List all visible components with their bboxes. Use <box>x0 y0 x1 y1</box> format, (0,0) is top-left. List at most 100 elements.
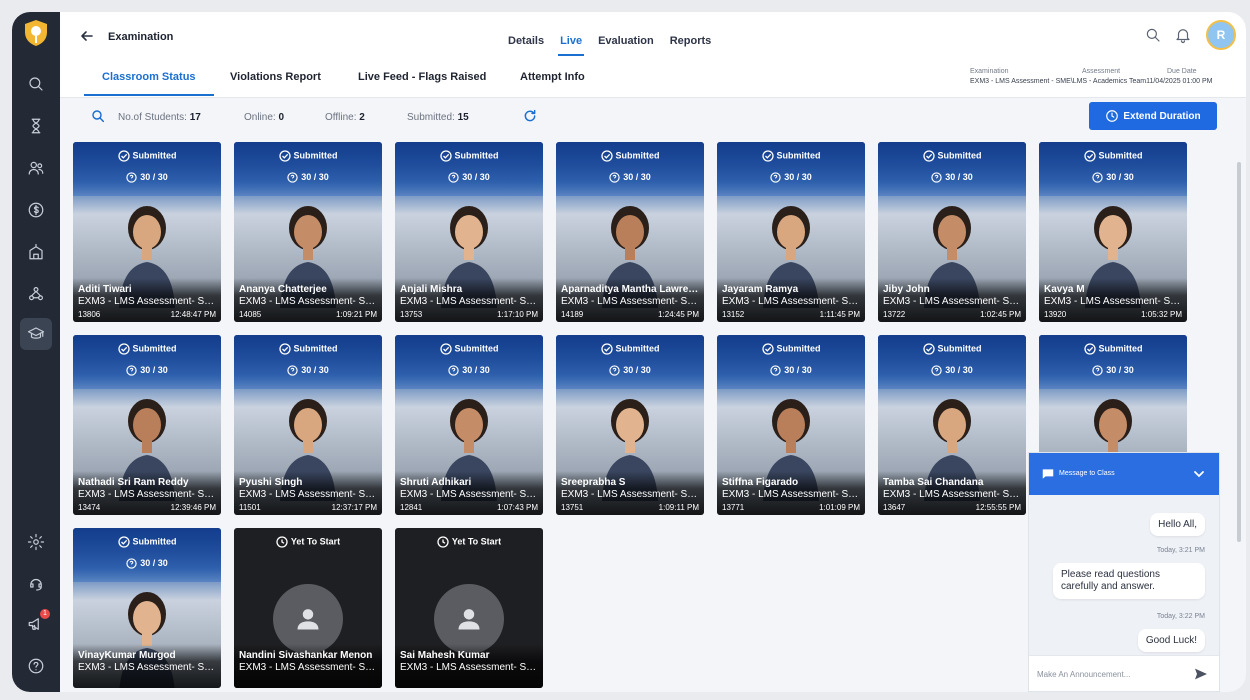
card-info: Aparnaditya Mantha Lawrence EXM3 - LMS As… <box>556 278 704 322</box>
student-name: Jiby John <box>883 284 930 295</box>
gear-icon <box>27 533 45 551</box>
question-circle-icon <box>287 365 298 376</box>
tab-violations-report[interactable]: Violations Report <box>230 58 321 98</box>
student-name: Sreeprabha S <box>561 477 626 488</box>
message-bubble: Please read questions carefully and answ… <box>1053 563 1205 599</box>
search-icon <box>1146 28 1160 42</box>
help-icon <box>28 658 44 674</box>
student-card[interactable]: Submitted 30 / 30 Aparnaditya Mantha Lawre… <box>556 142 704 322</box>
student-name: Anjali Mishra <box>400 284 463 295</box>
score-label: 30 / 30 <box>73 365 221 376</box>
status-label: Submitted <box>878 150 1026 162</box>
assessment-name: EXM3 - LMS Assessment- SME <box>239 662 379 673</box>
student-card[interactable]: Yet To Start Nandini Sivashankar Menon EXM… <box>234 528 382 688</box>
tab-details[interactable]: Details <box>500 12 552 58</box>
message-timestamp: Today, 3:22 PM <box>1156 613 1205 620</box>
assessment-name: EXM3 - LMS Assessment- SME <box>239 296 379 307</box>
student-id: 13920 <box>1044 310 1067 319</box>
sidebar-item-settings[interactable] <box>20 526 52 558</box>
submission-time: 1:07:43 PM <box>497 503 538 512</box>
question-circle-icon <box>448 365 459 376</box>
sidebar-item-payments[interactable] <box>20 194 52 226</box>
student-card[interactable]: Submitted 30 / 30 Tamba Sai Chandana EXM3 -… <box>878 335 1026 515</box>
check-circle-icon <box>117 536 130 548</box>
student-card[interactable]: Submitted 30 / 30 Sreeprabha S EXM3 - LMS A… <box>556 335 704 515</box>
refresh-icon[interactable] <box>522 108 538 124</box>
check-circle-icon <box>922 343 935 355</box>
score-label: 30 / 30 <box>1039 172 1187 183</box>
announcement-input[interactable] <box>1037 666 1177 682</box>
search-icon <box>29 77 43 91</box>
question-circle-icon <box>126 172 137 183</box>
clock-icon <box>437 536 449 548</box>
student-name: Shruti Adhikari <box>400 477 472 488</box>
question-circle-icon <box>448 172 459 183</box>
student-card[interactable]: Submitted 30 / 30 Pyushi Singh EXM3 - LMS A… <box>234 335 382 515</box>
student-id: 12841 <box>400 503 423 512</box>
meta-assessment-label: Assessment <box>1082 68 1121 75</box>
question-circle-icon <box>126 558 137 569</box>
announcement-input-bar <box>1029 655 1219 691</box>
send-icon[interactable] <box>1193 666 1209 682</box>
sidebar-item-help[interactable] <box>20 650 52 682</box>
sidebar-item-groups[interactable] <box>20 278 52 310</box>
student-card[interactable]: Submitted 30 / 30 Kavya M EXM3 - LMS Assess… <box>1039 142 1187 322</box>
sidebar-item-users[interactable] <box>20 152 52 184</box>
sidebar-item-support[interactable] <box>20 568 52 600</box>
sidebar-item-courses[interactable] <box>20 110 52 142</box>
student-name: Ananya Chatterjee <box>239 284 327 295</box>
clock-icon <box>276 536 288 548</box>
headset-icon <box>30 578 42 591</box>
tab-live-feed-flags[interactable]: Live Feed - Flags Raised <box>358 58 486 98</box>
question-circle-icon <box>287 172 298 183</box>
score-label: 30 / 30 <box>717 365 865 376</box>
search-icon[interactable] <box>90 108 106 124</box>
student-card[interactable]: Submitted 30 / 30 VinayKumar Murgod EXM3 - … <box>73 528 221 688</box>
back-arrow-icon[interactable] <box>80 29 94 43</box>
sidebar-item-institution[interactable] <box>20 236 52 268</box>
student-card[interactable]: Submitted 30 / 30 Shruti Adhikari EXM3 - LM… <box>395 335 543 515</box>
sub-tabs: Classroom Status Violations Report Live … <box>60 58 1246 98</box>
tab-reports[interactable]: Reports <box>662 12 720 58</box>
page-title: Examination <box>108 31 174 43</box>
status-label: Submitted <box>234 343 382 355</box>
student-card[interactable]: Submitted 30 / 30 Ananya Chatterjee EXM3 - … <box>234 142 382 322</box>
header-search-button[interactable] <box>1144 26 1162 44</box>
assessment-name: EXM3 - LMS Assessment- SME <box>722 296 862 307</box>
user-avatar[interactable]: R <box>1206 20 1236 50</box>
student-card[interactable]: Yet To Start Sai Mahesh Kumar EXM3 - LMS A… <box>395 528 543 688</box>
chevron-down-icon[interactable] <box>1193 468 1205 480</box>
score-label: 30 / 30 <box>234 365 382 376</box>
student-name: Pyushi Singh <box>239 477 303 488</box>
status-label: Submitted <box>234 150 382 162</box>
check-circle-icon <box>1083 343 1096 355</box>
student-card[interactable]: Submitted 30 / 30 Jiby John EXM3 - LMS Asse… <box>878 142 1026 322</box>
tab-attempt-info[interactable]: Attempt Info <box>520 58 585 98</box>
message-panel-header[interactable]: Message to Class <box>1029 453 1219 495</box>
sidebar-item-announcements[interactable]: 1 <box>20 608 52 640</box>
extend-duration-button[interactable]: Extend Duration <box>1089 102 1217 130</box>
message-bubble: Hello All, <box>1150 513 1205 536</box>
check-circle-icon <box>117 343 130 355</box>
tab-evaluation[interactable]: Evaluation <box>590 12 662 58</box>
status-label: Submitted <box>73 343 221 355</box>
student-card[interactable]: Submitted 30 / 30 Anjali Mishra EXM3 - LMS … <box>395 142 543 322</box>
sidebar-item-examination[interactable] <box>20 318 52 350</box>
grid-scrollbar-thumb[interactable] <box>1237 162 1241 542</box>
score-label: 30 / 30 <box>556 365 704 376</box>
student-name: Tamba Sai Chandana <box>883 477 984 488</box>
submitted-count: Submitted: 15 <box>407 112 469 123</box>
sidebar-search-button[interactable] <box>20 68 52 100</box>
student-id: 13152 <box>722 310 745 319</box>
card-info: Sreeprabha S EXM3 - LMS Assessment- SME 13… <box>556 471 704 515</box>
score-label: 30 / 30 <box>878 365 1026 376</box>
student-card[interactable]: Submitted 30 / 30 Aditi Tiwari EXM3 - LMS A… <box>73 142 221 322</box>
tab-live[interactable]: Live <box>552 12 590 58</box>
student-id: 13771 <box>722 503 745 512</box>
student-card[interactable]: Submitted 30 / 30 Jayaram Ramya EXM3 - LMS … <box>717 142 865 322</box>
submission-time: 1:09:21 PM <box>336 310 377 319</box>
student-card[interactable]: Submitted 30 / 30 Stiffna Figarado EXM3 - L… <box>717 335 865 515</box>
student-card[interactable]: Submitted 30 / 30 Nathadi Sri Ram Reddy EXM… <box>73 335 221 515</box>
tab-classroom-status[interactable]: Classroom Status <box>84 58 213 98</box>
notifications-button[interactable] <box>1174 26 1192 44</box>
